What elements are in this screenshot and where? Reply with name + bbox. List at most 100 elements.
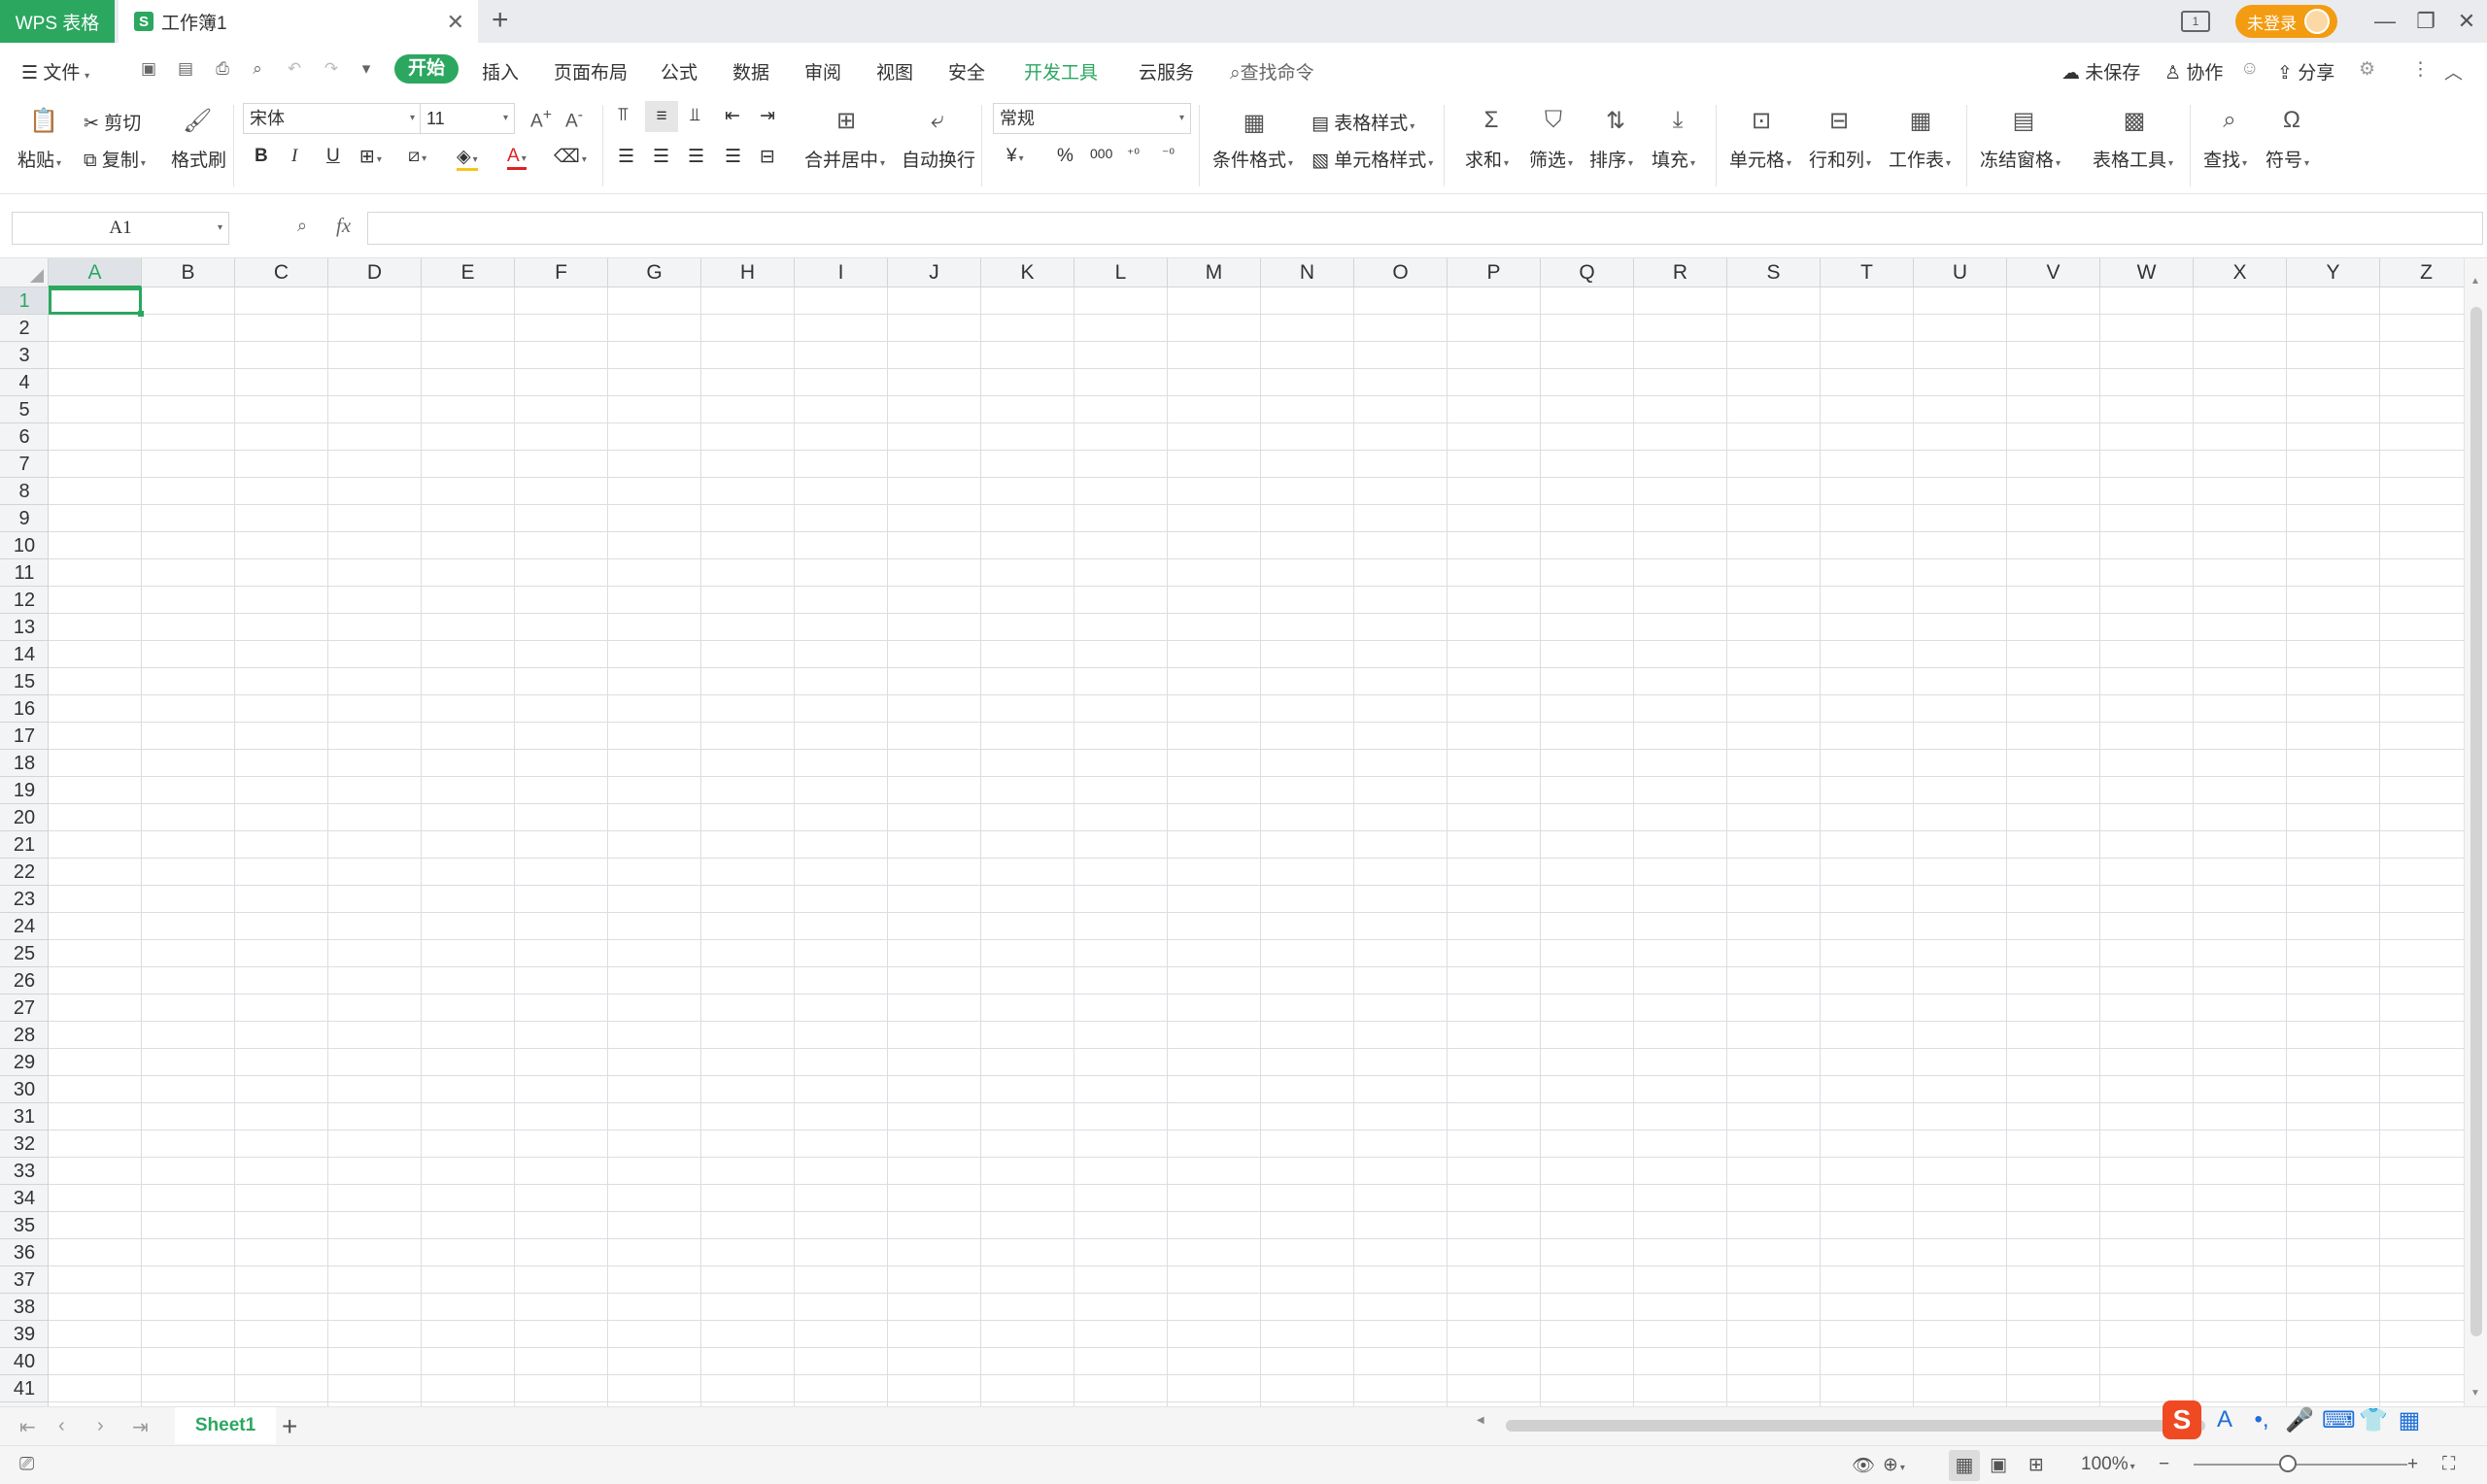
sort-button[interactable]: 排序 ▾ bbox=[1589, 146, 1633, 172]
first-sheet-icon[interactable]: ⇤ bbox=[19, 1415, 36, 1439]
merge-center-icon[interactable]: ⊞ bbox=[832, 107, 861, 135]
tab-developer[interactable]: 开发工具 bbox=[1024, 58, 1098, 84]
freeze-panes-button[interactable]: 冻结窗格 ▾ bbox=[1980, 146, 2061, 172]
freeze-panes-icon[interactable]: ▤ bbox=[2009, 107, 2038, 135]
horizontal-scroll-thumb[interactable] bbox=[1506, 1420, 2205, 1432]
zoom-level[interactable]: 100% ▾ bbox=[2081, 1454, 2135, 1475]
row-header[interactable]: 34 bbox=[0, 1185, 49, 1212]
zoom-slider-knob[interactable] bbox=[2279, 1455, 2297, 1472]
tab-insert[interactable]: 插入 bbox=[482, 58, 519, 84]
toolbox-icon[interactable]: ▦ bbox=[2396, 1406, 2423, 1434]
format-painter-icon[interactable]: 🖌 bbox=[183, 107, 212, 135]
column-header[interactable]: T bbox=[1821, 258, 1914, 287]
row-header[interactable]: 32 bbox=[0, 1130, 49, 1158]
app-tab[interactable]: WPS 表格 bbox=[0, 0, 115, 43]
fill-color-icon[interactable]: ◈ ▾ bbox=[457, 146, 478, 171]
row-header[interactable]: 15 bbox=[0, 668, 49, 695]
scroll-up-icon[interactable]: ▲ bbox=[2470, 276, 2480, 287]
center-view-icon[interactable]: ⊕ ▾ bbox=[1883, 1454, 1905, 1476]
row-header[interactable]: 30 bbox=[0, 1076, 49, 1103]
row-header[interactable]: 41 bbox=[0, 1375, 49, 1402]
column-header[interactable]: Q bbox=[1541, 258, 1634, 287]
justify-icon[interactable]: ☰ bbox=[725, 146, 741, 168]
column-header[interactable]: J bbox=[888, 258, 981, 287]
row-header[interactable]: 18 bbox=[0, 750, 49, 777]
paste-icon[interactable]: 📋 bbox=[29, 107, 58, 135]
thousands-icon[interactable]: 000 bbox=[1090, 146, 1112, 161]
font-color-icon[interactable]: A ▾ bbox=[507, 146, 527, 170]
clear-format-icon[interactable]: ⌫ ▾ bbox=[554, 146, 587, 168]
close-window-icon[interactable]: ✕ bbox=[2446, 9, 2487, 34]
microphone-icon[interactable]: 🎤 bbox=[2285, 1406, 2314, 1434]
next-sheet-icon[interactable]: › bbox=[97, 1415, 104, 1437]
sum-button[interactable]: 求和 ▾ bbox=[1465, 146, 1509, 172]
column-header[interactable]: L bbox=[1074, 258, 1168, 287]
find-button[interactable]: 查找 ▾ bbox=[2203, 146, 2247, 172]
table-tools-icon[interactable]: ▩ bbox=[2120, 107, 2149, 135]
tab-data[interactable]: 数据 bbox=[732, 58, 769, 84]
sogou-logo-icon[interactable]: S bbox=[2163, 1400, 2201, 1439]
format-painter-button[interactable]: 格式刷 bbox=[171, 146, 226, 172]
decrease-decimal-icon[interactable]: ⁻⁰ bbox=[1162, 146, 1175, 162]
merge-center-button[interactable]: 合并居中 ▾ bbox=[804, 146, 885, 172]
tab-page-layout[interactable]: 页面布局 bbox=[554, 58, 628, 84]
find-icon[interactable]: ⌕ bbox=[2215, 107, 2244, 134]
decrease-font-icon[interactable]: A- bbox=[565, 107, 583, 132]
last-sheet-icon[interactable]: ⇥ bbox=[132, 1415, 149, 1439]
column-header[interactable]: Z bbox=[2380, 258, 2464, 287]
currency-icon[interactable]: ¥ ▾ bbox=[1006, 146, 1024, 167]
row-header[interactable]: 25 bbox=[0, 940, 49, 967]
tab-cloud[interactable]: 云服务 bbox=[1139, 58, 1194, 84]
align-bottom-icon[interactable]: ⫫ bbox=[690, 105, 700, 126]
conditional-format-icon[interactable]: ▦ bbox=[1240, 109, 1269, 137]
row-header[interactable]: 40 bbox=[0, 1348, 49, 1375]
row-header[interactable]: 1 bbox=[0, 287, 49, 315]
align-middle-icon[interactable]: ≡ bbox=[645, 101, 678, 132]
column-header[interactable]: N bbox=[1261, 258, 1354, 287]
selected-cell[interactable] bbox=[49, 287, 144, 317]
export-pdf-icon[interactable]: ▤ bbox=[177, 60, 194, 78]
sort-icon[interactable]: ⇅ bbox=[1601, 107, 1630, 135]
row-header[interactable]: 27 bbox=[0, 995, 49, 1022]
row-header[interactable]: 3 bbox=[0, 342, 49, 369]
align-top-icon[interactable]: ⫪ bbox=[618, 105, 629, 126]
select-all-corner[interactable] bbox=[0, 258, 49, 287]
row-header[interactable]: 28 bbox=[0, 1022, 49, 1049]
row-header[interactable]: 6 bbox=[0, 423, 49, 451]
cell-button[interactable]: 单元格 ▾ bbox=[1729, 146, 1791, 172]
macro-record-icon[interactable]: ⎚ bbox=[19, 1454, 34, 1475]
cell-style-button[interactable]: ▧ 单元格样式 ▾ bbox=[1312, 146, 1433, 172]
column-header[interactable]: C bbox=[235, 258, 328, 287]
row-header[interactable]: 16 bbox=[0, 695, 49, 723]
column-header[interactable]: S bbox=[1727, 258, 1821, 287]
normal-view-icon[interactable]: ▦ bbox=[1949, 1450, 1980, 1481]
wrap-text-button[interactable]: 自动换行 bbox=[902, 146, 975, 172]
scroll-down-icon[interactable]: ▼ bbox=[2470, 1388, 2480, 1399]
vertical-scroll-thumb[interactable] bbox=[2470, 307, 2482, 1336]
punctuation-icon[interactable]: •, bbox=[2248, 1406, 2275, 1433]
worksheet-button[interactable]: 工作表 ▾ bbox=[1889, 146, 1951, 172]
row-header[interactable]: 33 bbox=[0, 1158, 49, 1185]
column-header[interactable]: D bbox=[328, 258, 422, 287]
copy-button[interactable]: ⧉ 复制 ▾ bbox=[84, 146, 146, 172]
row-header[interactable]: 29 bbox=[0, 1049, 49, 1076]
sum-icon[interactable]: Σ bbox=[1477, 107, 1506, 134]
formula-input[interactable] bbox=[367, 212, 2483, 245]
eye-protection-icon[interactable]: 👁 bbox=[1852, 1454, 1875, 1477]
row-header[interactable]: 37 bbox=[0, 1266, 49, 1294]
prev-sheet-icon[interactable]: ‹ bbox=[58, 1415, 65, 1437]
zoom-slider[interactable] bbox=[2194, 1464, 2407, 1466]
collab-button[interactable]: ♙ 协作 bbox=[2164, 58, 2223, 84]
fill-icon[interactable]: ⤓ bbox=[1663, 107, 1692, 134]
align-left-icon[interactable]: ☰ bbox=[618, 146, 634, 168]
border-icon[interactable]: ⊞ ▾ bbox=[359, 146, 382, 168]
column-header[interactable]: P bbox=[1448, 258, 1541, 287]
align-center-icon[interactable]: ☰ bbox=[653, 146, 669, 168]
zoom-in-icon[interactable]: + bbox=[2407, 1454, 2418, 1475]
settings-gear-icon[interactable]: ⚙ bbox=[2359, 58, 2375, 81]
close-tab-icon[interactable]: ✕ bbox=[447, 10, 464, 35]
wrap-text-icon[interactable]: ⤶ bbox=[923, 107, 952, 134]
column-header[interactable]: F bbox=[515, 258, 608, 287]
paste-button[interactable]: 粘贴 ▾ bbox=[17, 146, 61, 172]
row-header[interactable]: 20 bbox=[0, 804, 49, 831]
